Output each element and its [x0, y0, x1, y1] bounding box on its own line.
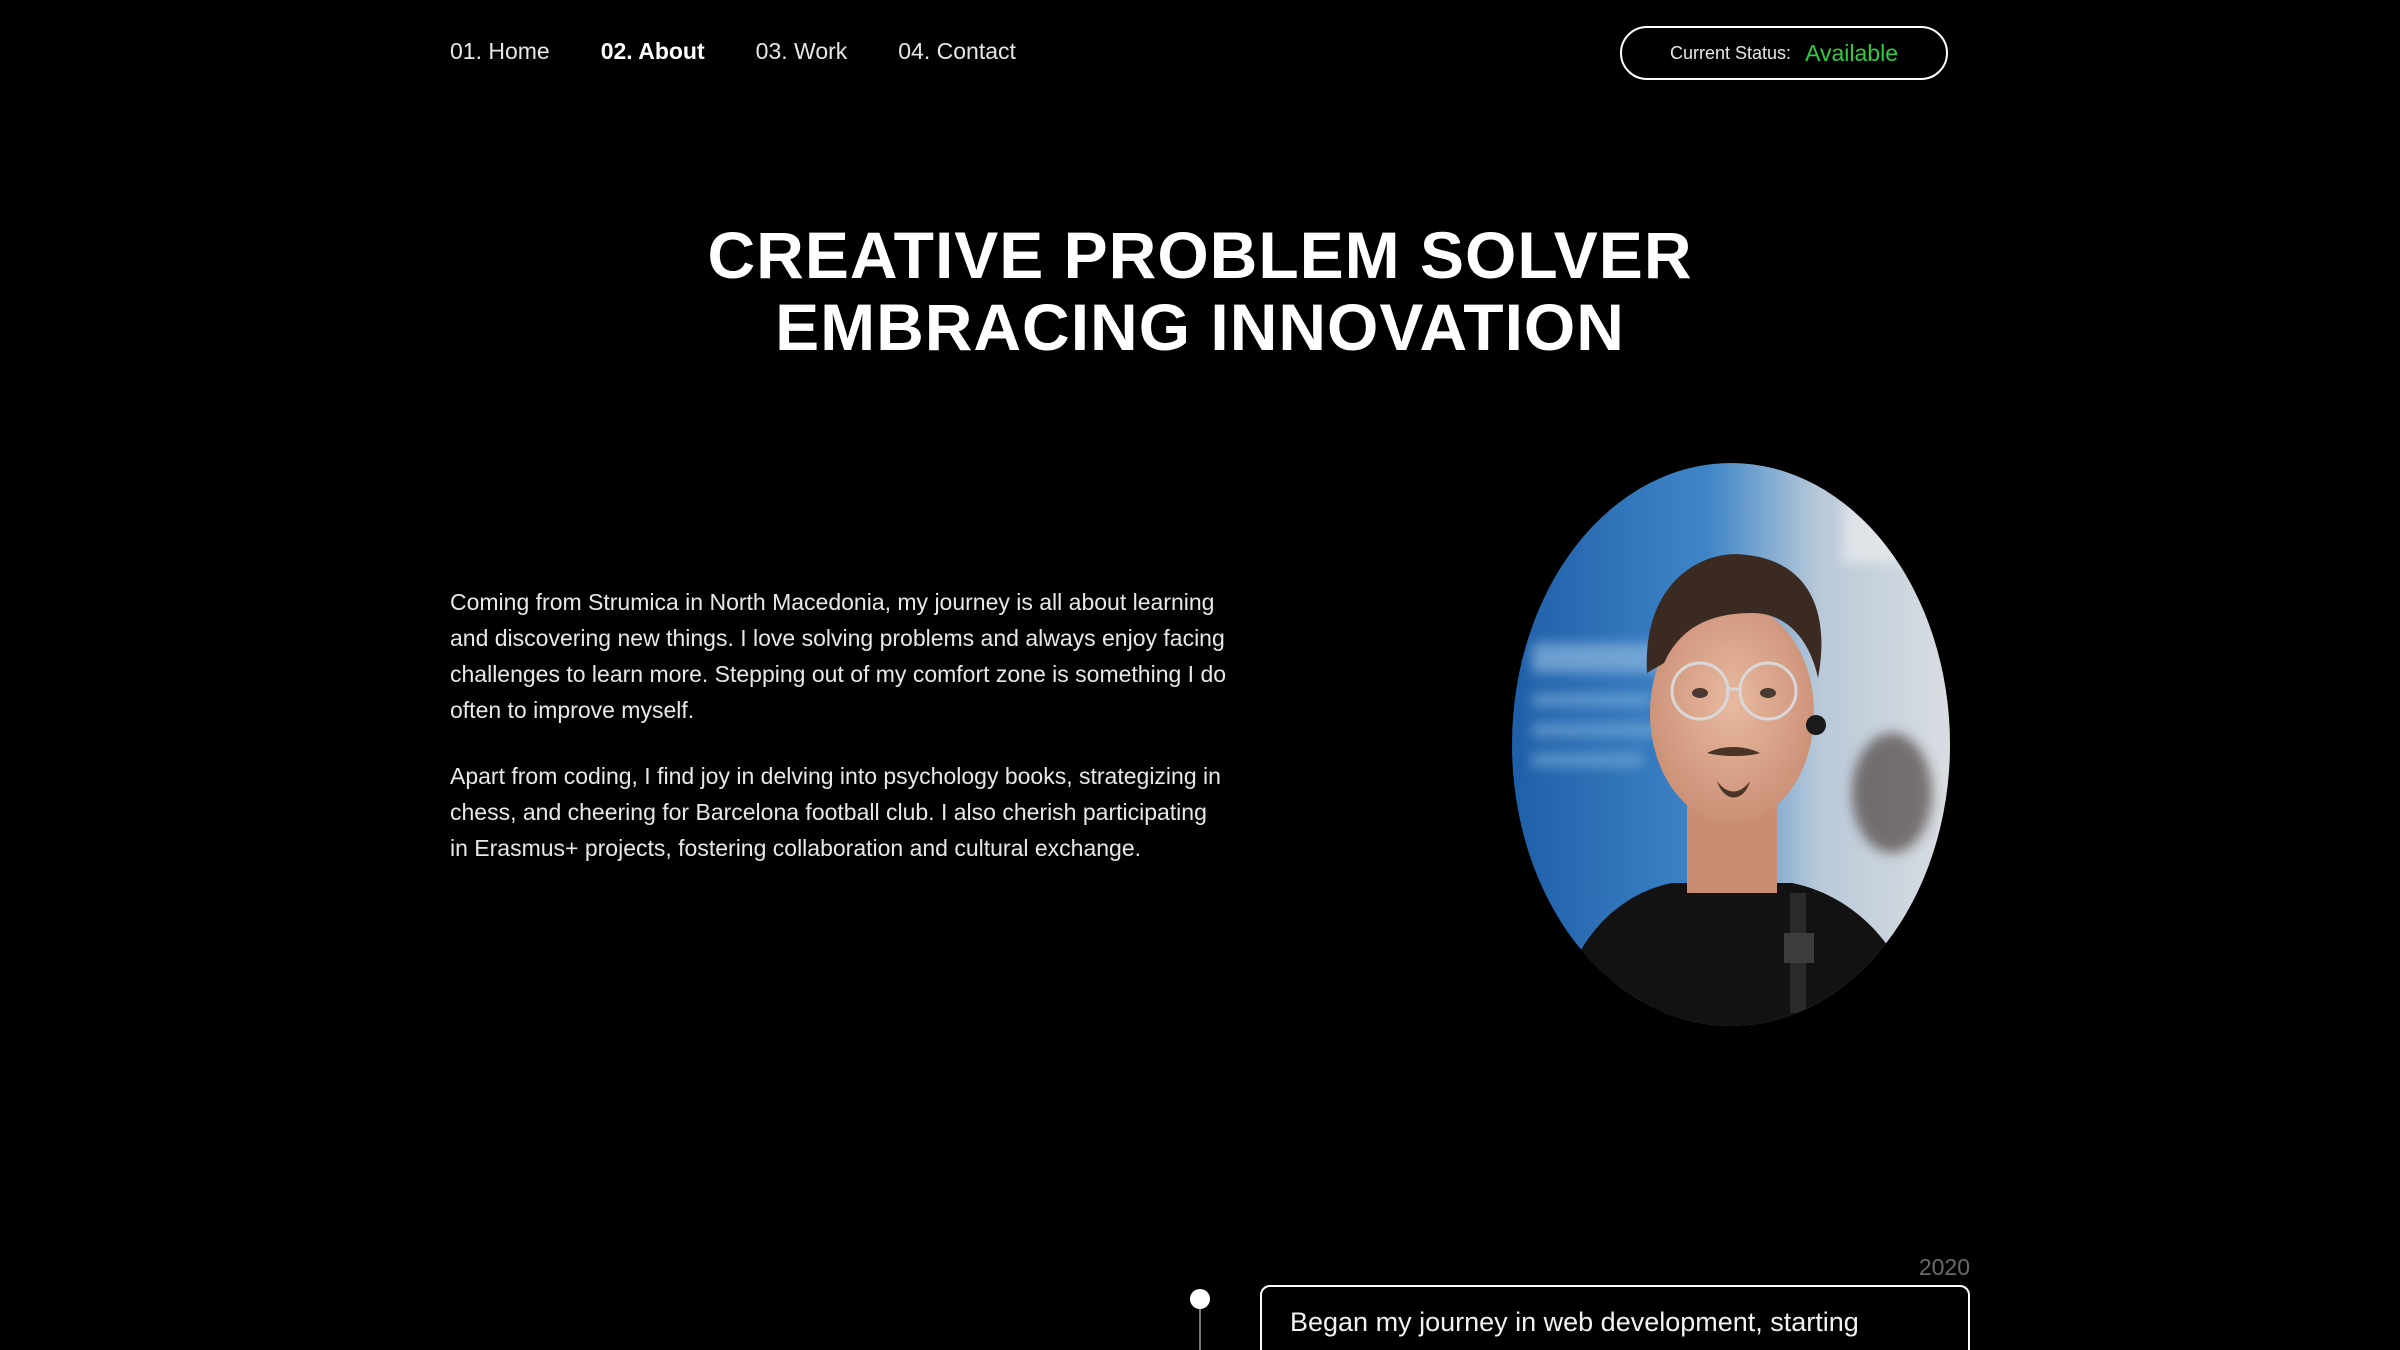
about-text: Coming from Strumica in North Macedonia,…: [450, 584, 1230, 896]
status-label: Current Status:: [1670, 42, 1792, 63]
profile-photo: [1512, 463, 1950, 1026]
timeline-year: 2020: [1918, 1254, 1970, 1280]
nav-contact-link[interactable]: 04. Contact: [898, 38, 1016, 65]
about-paragraph-2: Apart from coding, I find joy in delving…: [450, 763, 1221, 861]
status-value: Available: [1805, 39, 1898, 66]
nav-work-link[interactable]: 03. Work: [756, 38, 848, 65]
nav-home-link[interactable]: 01. Home: [450, 38, 550, 65]
page-title: CREATIVE PROBLEM SOLVER EMBRACING INNOVA…: [0, 219, 2400, 363]
about-paragraph-1: Coming from Strumica in North Macedonia,…: [450, 589, 1227, 723]
timeline-dot: [1190, 1289, 1210, 1309]
nav-about-link[interactable]: 02. About: [601, 38, 705, 65]
status-badge[interactable]: Current Status: Available: [1620, 26, 1948, 80]
main-nav: 01. Home 02. About 03. Work 04. Contact: [450, 38, 1016, 65]
person-photo-icon: [1512, 463, 1950, 1026]
about-page: 01. Home 02. About 03. Work 04. Contact …: [0, 0, 2400, 1350]
title-line-1: CREATIVE PROBLEM SOLVER: [707, 218, 1693, 292]
timeline-card: Began my journey in web development, sta…: [1260, 1285, 1970, 1350]
title-line-2: EMBRACING INNOVATION: [775, 290, 1625, 364]
